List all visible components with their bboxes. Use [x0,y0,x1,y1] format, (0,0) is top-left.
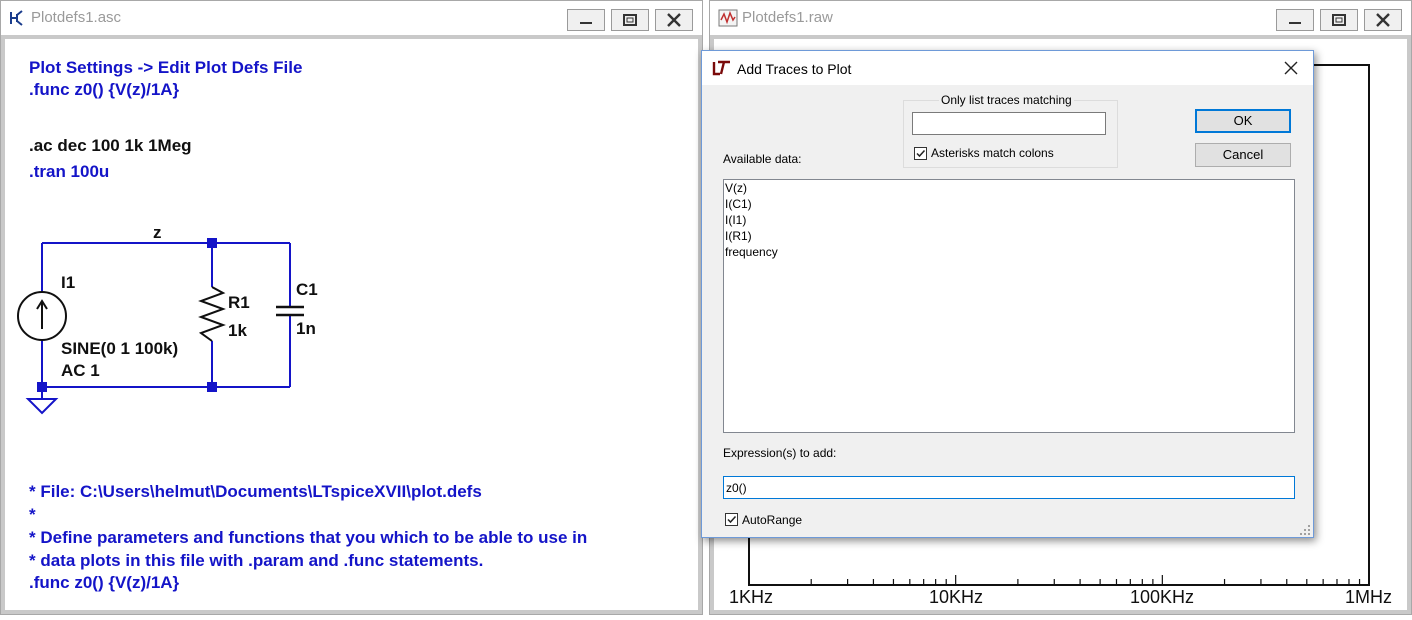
x-tick-1mhz: 1MHz [1345,587,1393,607]
net-label-z[interactable]: z [153,223,162,243]
ok-button[interactable]: OK [1195,109,1291,133]
node-bottom-left [37,382,47,392]
comment-line-2[interactable]: * [29,505,36,525]
schematic-window: Plotdefs1.asc Plot Settings -> Edit Plot… [0,0,703,615]
filter-label: Only list traces matching [939,93,1074,107]
add-traces-dialog: Add Traces to Plot Only list traces matc… [701,50,1314,538]
available-data-list[interactable]: V(z) I(C1) I(I1) I(R1) frequency [723,179,1295,433]
node-top [207,238,217,248]
comment-line-1[interactable]: * File: C:\Users\helmut\Documents\LTspic… [29,482,482,502]
filter-input[interactable] [912,112,1106,135]
expression-value: z0() [726,481,747,495]
x-tick-10khz: 10KHz [929,587,984,607]
source-value-sine[interactable]: SINE(0 1 100k) [61,339,178,359]
list-item[interactable]: I(I1) [724,212,1294,228]
source-value-ac[interactable]: AC 1 [61,361,100,381]
circuit-diagram[interactable] [1,1,701,616]
cancel-button[interactable]: Cancel [1195,143,1291,167]
list-item[interactable]: I(R1) [724,228,1294,244]
current-source-symbol [17,291,67,341]
expression-label: Expression(s) to add: [723,446,837,460]
resistor-symbol [198,286,226,342]
list-item[interactable]: V(z) [724,180,1294,196]
x-tick-100khz: 100KHz [1130,587,1195,607]
capacitor-symbol [276,305,304,317]
expression-input[interactable]: z0() [723,476,1295,499]
resistor-name[interactable]: R1 [228,293,250,313]
source-name[interactable]: I1 [61,273,75,293]
capacitor-name[interactable]: C1 [296,280,318,300]
asterisks-label[interactable]: Asterisks match colons [931,146,1054,160]
comment-line-5[interactable]: .func z0() {V(z)/1A} [29,573,179,593]
x-tick-1khz: 1KHz [729,587,774,607]
capacitor-value[interactable]: 1n [296,319,316,339]
asterisks-checkbox[interactable] [914,147,927,160]
autorange-checkbox[interactable] [725,513,738,526]
list-item[interactable]: frequency [724,244,1294,260]
node-bottom-mid [207,382,217,392]
autorange-label[interactable]: AutoRange [742,513,802,527]
comment-line-3[interactable]: * Define parameters and functions that y… [29,528,587,548]
comment-line-4[interactable]: * data plots in this file with .param an… [29,551,483,571]
resistor-value[interactable]: 1k [228,321,247,341]
dialog-close-icon[interactable] [1284,61,1298,80]
list-item[interactable]: I(C1) [724,196,1294,212]
dialog-titlebar[interactable]: Add Traces to Plot [702,51,1313,85]
resize-grip-icon[interactable] [1299,523,1311,541]
dialog-title: Add Traces to Plot [737,61,852,77]
ltspice-logo-icon [711,59,733,82]
available-data-label: Available data: [723,152,802,166]
